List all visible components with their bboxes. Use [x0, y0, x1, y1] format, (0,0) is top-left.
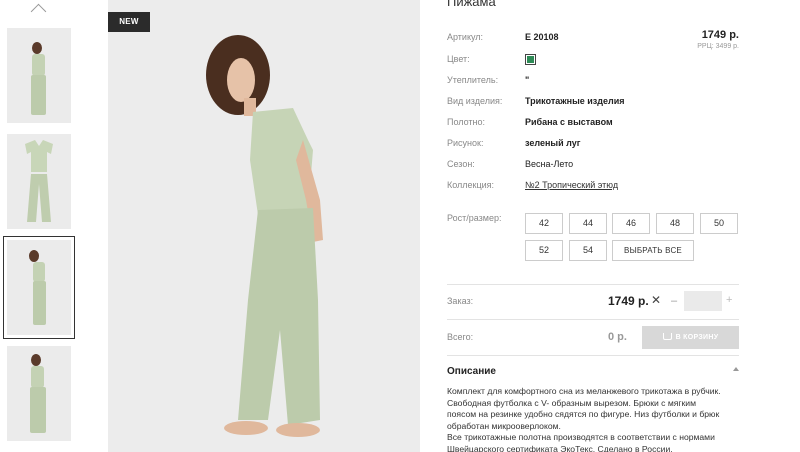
add-to-cart-button[interactable]: В КОРЗИНУ [642, 326, 739, 349]
size-button-46[interactable]: 46 [612, 213, 650, 234]
description-line: Швейцарского сертификата ЭкоТекс. Сделан… [447, 443, 673, 452]
prop-label-fabric: Полотно: [447, 117, 486, 127]
size-button-48[interactable]: 48 [656, 213, 694, 234]
prop-value-insulation: " [525, 75, 530, 85]
multiply-icon: ✕ [651, 293, 662, 307]
divider [447, 319, 739, 320]
thumbnail-model-image [30, 354, 46, 433]
thumbnails-up-arrow-icon[interactable] [30, 2, 48, 14]
prop-label-insulation: Утеплитель: [447, 75, 499, 85]
add-to-cart-label: В КОРЗИНУ [675, 334, 719, 341]
collection-link[interactable]: №2 Тропический этюд [525, 180, 618, 190]
prop-label-pattern: Рисунок: [447, 138, 484, 148]
description-line: Комплект для комфортного сна из меланжев… [447, 386, 721, 396]
prop-label-season: Сезон: [447, 159, 475, 169]
description-text: Комплект для комфортного сна из меланжев… [447, 386, 747, 452]
prop-value-product-type: Трикотажные изделия [525, 96, 625, 106]
order-price: 1749 р. [608, 294, 649, 308]
prop-label-collection: Коллекция: [447, 180, 495, 190]
color-swatch[interactable] [525, 54, 536, 65]
order-label: Заказ: [447, 296, 474, 306]
prop-label-color: Цвет: [447, 54, 470, 64]
total-price: 0 р. [608, 331, 627, 343]
model-photo [206, 35, 323, 437]
cart-icon [662, 333, 672, 340]
quantity-decrease-button[interactable]: – [671, 295, 677, 307]
divider [447, 355, 739, 356]
description-toggle[interactable]: Описание [447, 366, 496, 377]
caret-up-icon[interactable] [733, 367, 739, 371]
sizes-label: Рост/размер: [447, 213, 502, 223]
size-button-52[interactable]: 52 [525, 240, 563, 261]
new-badge: NEW [108, 12, 150, 32]
thumbnail-4[interactable] [7, 346, 71, 441]
select-all-sizes-button[interactable]: ВЫБРАТЬ ВСЕ [612, 240, 694, 261]
thumbnail-1[interactable] [7, 28, 71, 123]
thumbnail-model-side-image [29, 250, 46, 325]
main-product-image[interactable]: NEW [108, 0, 420, 452]
prop-value-season: Весна-Лето [525, 159, 574, 169]
color-swatch-fill [527, 56, 534, 63]
description-line: Свободная футболка с V- образным вырезом… [447, 397, 696, 408]
description-line: Все трикотажные полотна производятся в с… [447, 432, 715, 442]
prop-value-article: E 20108 [525, 32, 559, 42]
size-button-50[interactable]: 50 [700, 213, 738, 234]
quantity-input[interactable] [684, 291, 722, 311]
size-button-54[interactable]: 54 [569, 240, 607, 261]
prop-label-article: Артикул: [447, 32, 484, 42]
divider [447, 284, 739, 285]
size-button-42[interactable]: 42 [525, 213, 563, 234]
product-rrp: РРЦ: 3499 р. [697, 43, 739, 50]
description-line: поясом на резинке удобно сядятся по фигу… [447, 409, 720, 419]
product-title: Пижама [447, 0, 496, 9]
product-price: 1749 р. [701, 29, 739, 41]
thumbnail-garment-image [25, 140, 53, 222]
thumbnail-model-image [31, 42, 46, 115]
thumbnail-2[interactable] [7, 134, 71, 229]
prop-value-fabric: Рибана с выставом [525, 117, 613, 127]
prop-label-product-type: Вид изделия: [447, 96, 503, 106]
quantity-increase-button[interactable]: + [726, 294, 732, 306]
description-line: обработан микрооверлоком. [447, 420, 561, 431]
total-label: Всего: [447, 332, 474, 342]
prop-value-pattern: зеленый луг [525, 138, 581, 148]
thumbnail-3-active[interactable] [3, 236, 75, 339]
size-button-44[interactable]: 44 [569, 213, 607, 234]
